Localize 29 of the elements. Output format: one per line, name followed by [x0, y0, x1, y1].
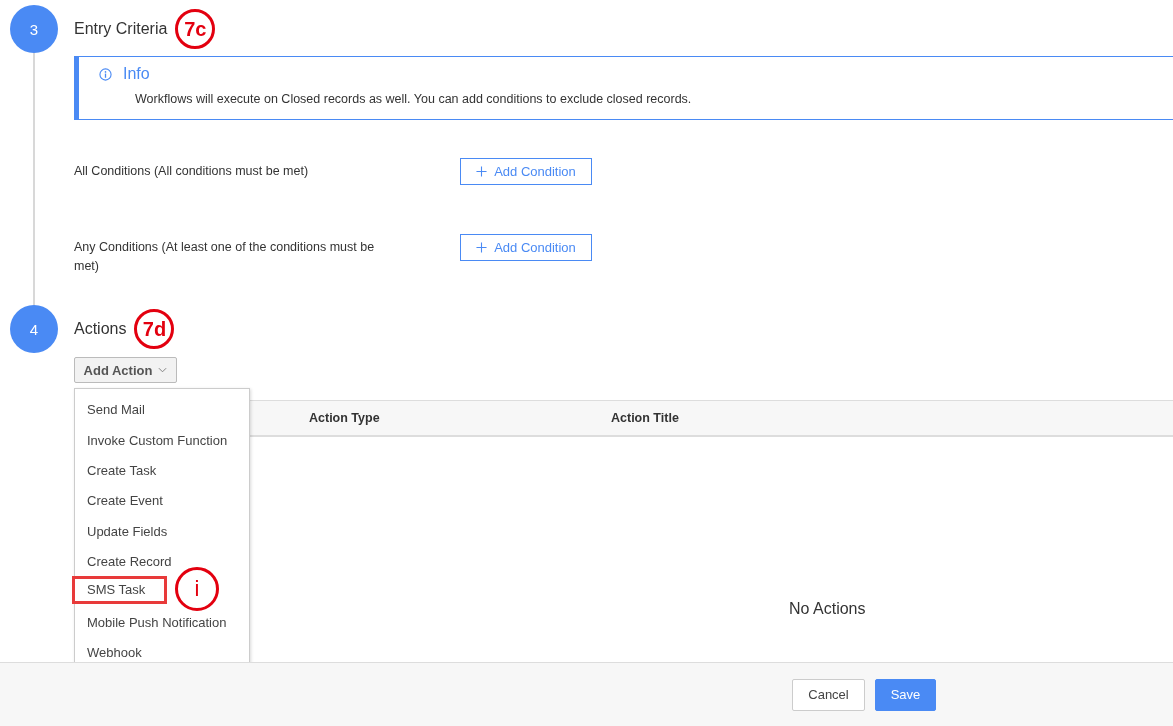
column-header: Action Type [309, 411, 381, 425]
menu-item[interactable]: Webhook [72, 639, 157, 662]
add-action-dropdown[interactable]: Add Action [74, 357, 177, 383]
section-title: Entry Criteria [74, 20, 168, 38]
step-number: 4 [10, 305, 58, 353]
step-number: 3 [10, 5, 58, 53]
empty-message: No Actions [789, 600, 866, 617]
menu-item[interactable]: Create Task [72, 456, 172, 479]
annotation-circle: i [175, 567, 219, 612]
add-condition-button[interactable]: Add Condition [460, 158, 592, 185]
condition-label: Any Conditions (At least one of the conditions must be met) [74, 239, 376, 275]
info-icon [99, 67, 112, 81]
caret-icon [158, 367, 168, 373]
menu-item[interactable]: Send Mail [72, 396, 160, 419]
annotation-circle: 7c [175, 9, 216, 49]
menu-item[interactable]: Invoke Custom Function [72, 426, 243, 449]
cancel-button[interactable]: Cancel [792, 678, 865, 711]
section-title: Actions [74, 320, 127, 338]
column-header: Action Title [611, 411, 679, 425]
menu-item[interactable]: SMS Task [72, 575, 167, 604]
plus-icon [476, 166, 488, 177]
annotation-circle: 7d [134, 309, 175, 349]
info-message: Workflows will execute on Closed records as well. You can add conditions to exclude closed records. [134, 91, 693, 106]
plus-icon [476, 242, 488, 253]
condition-label: All Conditions (All conditions must be met) [74, 163, 310, 180]
menu-item[interactable]: Create Event [72, 487, 178, 510]
info-title: Info [123, 65, 150, 83]
add-condition-button[interactable]: Add Condition [460, 234, 592, 261]
menu-item[interactable]: Update Fields [72, 517, 183, 540]
